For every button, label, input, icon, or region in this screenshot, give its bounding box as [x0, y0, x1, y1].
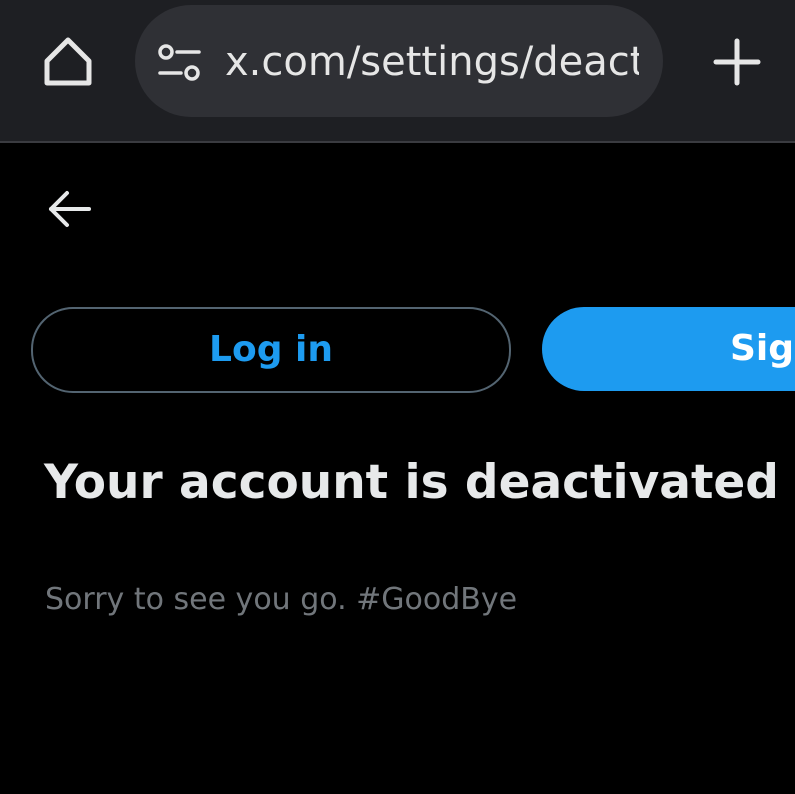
signup-label: Sign: [730, 328, 795, 369]
back-button[interactable]: [44, 186, 94, 232]
address-bar[interactable]: x.com/settings/deact: [135, 5, 663, 117]
signup-button[interactable]: Sign: [542, 307, 795, 391]
new-tab-button[interactable]: [707, 32, 767, 92]
home-icon: [44, 37, 92, 86]
page-title: Your account is deactivated: [44, 455, 779, 510]
arrow-left-icon: [49, 191, 91, 227]
plus-icon: [713, 38, 761, 86]
deactivation-message: Sorry to see you go. #GoodBye: [45, 582, 518, 617]
url-text[interactable]: x.com/settings/deact: [225, 34, 639, 90]
tune-icon[interactable]: [157, 43, 203, 83]
browser-toolbar: x.com/settings/deact: [0, 0, 795, 143]
home-button[interactable]: [38, 32, 98, 92]
login-button[interactable]: Log in: [31, 307, 511, 393]
